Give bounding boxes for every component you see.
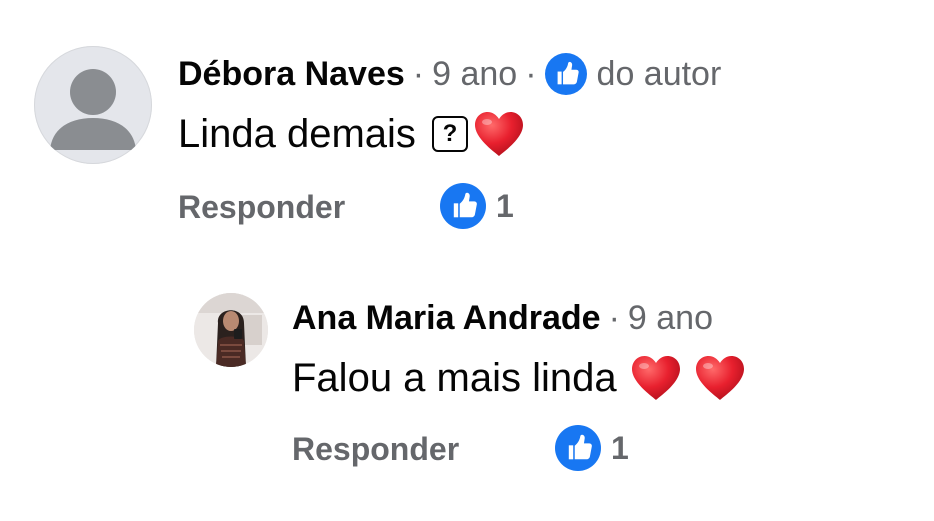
separator: · <box>412 54 425 93</box>
separator: · <box>525 54 537 93</box>
reaction-summary[interactable]: 1 <box>440 183 514 229</box>
avatar[interactable] <box>194 293 268 367</box>
reply-button[interactable]: Responder <box>292 431 459 468</box>
default-avatar-icon <box>50 69 136 150</box>
comment-header: Ana Maria Andrade · 9 ano <box>292 296 713 340</box>
thumbs-up-icon <box>544 53 587 95</box>
comment-text-row: Falou a mais linda <box>292 352 747 404</box>
avatar[interactable] <box>34 46 152 164</box>
reply-button[interactable]: Responder <box>178 189 345 226</box>
comment-text-row: Linda demais ? <box>178 108 526 160</box>
author-name[interactable]: Débora Naves <box>178 55 405 94</box>
reaction-count: 1 <box>496 187 514 224</box>
comment-actions: Responder <box>292 428 459 470</box>
red-heart-icon <box>695 356 744 400</box>
timestamp[interactable]: 9 ano <box>628 299 713 338</box>
user-photo-icon <box>194 293 268 367</box>
red-heart-icon <box>474 112 523 156</box>
separator: · <box>608 298 620 337</box>
author-badge-label: do autor <box>596 54 722 93</box>
reaction-summary[interactable]: 1 <box>555 425 629 471</box>
comment-actions: Responder <box>178 186 345 228</box>
thumbs-up-icon <box>555 425 601 471</box>
comment-text: Falou a mais linda <box>292 355 617 400</box>
reaction-count: 1 <box>611 429 629 466</box>
timestamp[interactable]: 9 ano <box>432 55 517 94</box>
unsupported-glyph-icon: ? <box>431 116 468 152</box>
comment-text: Linda demais <box>178 111 416 156</box>
thumbs-up-icon <box>440 183 486 229</box>
red-heart-icon <box>631 356 680 400</box>
author-name[interactable]: Ana Maria Andrade <box>292 299 601 338</box>
comment-header: Débora Naves · 9 ano · do autor <box>178 52 721 96</box>
